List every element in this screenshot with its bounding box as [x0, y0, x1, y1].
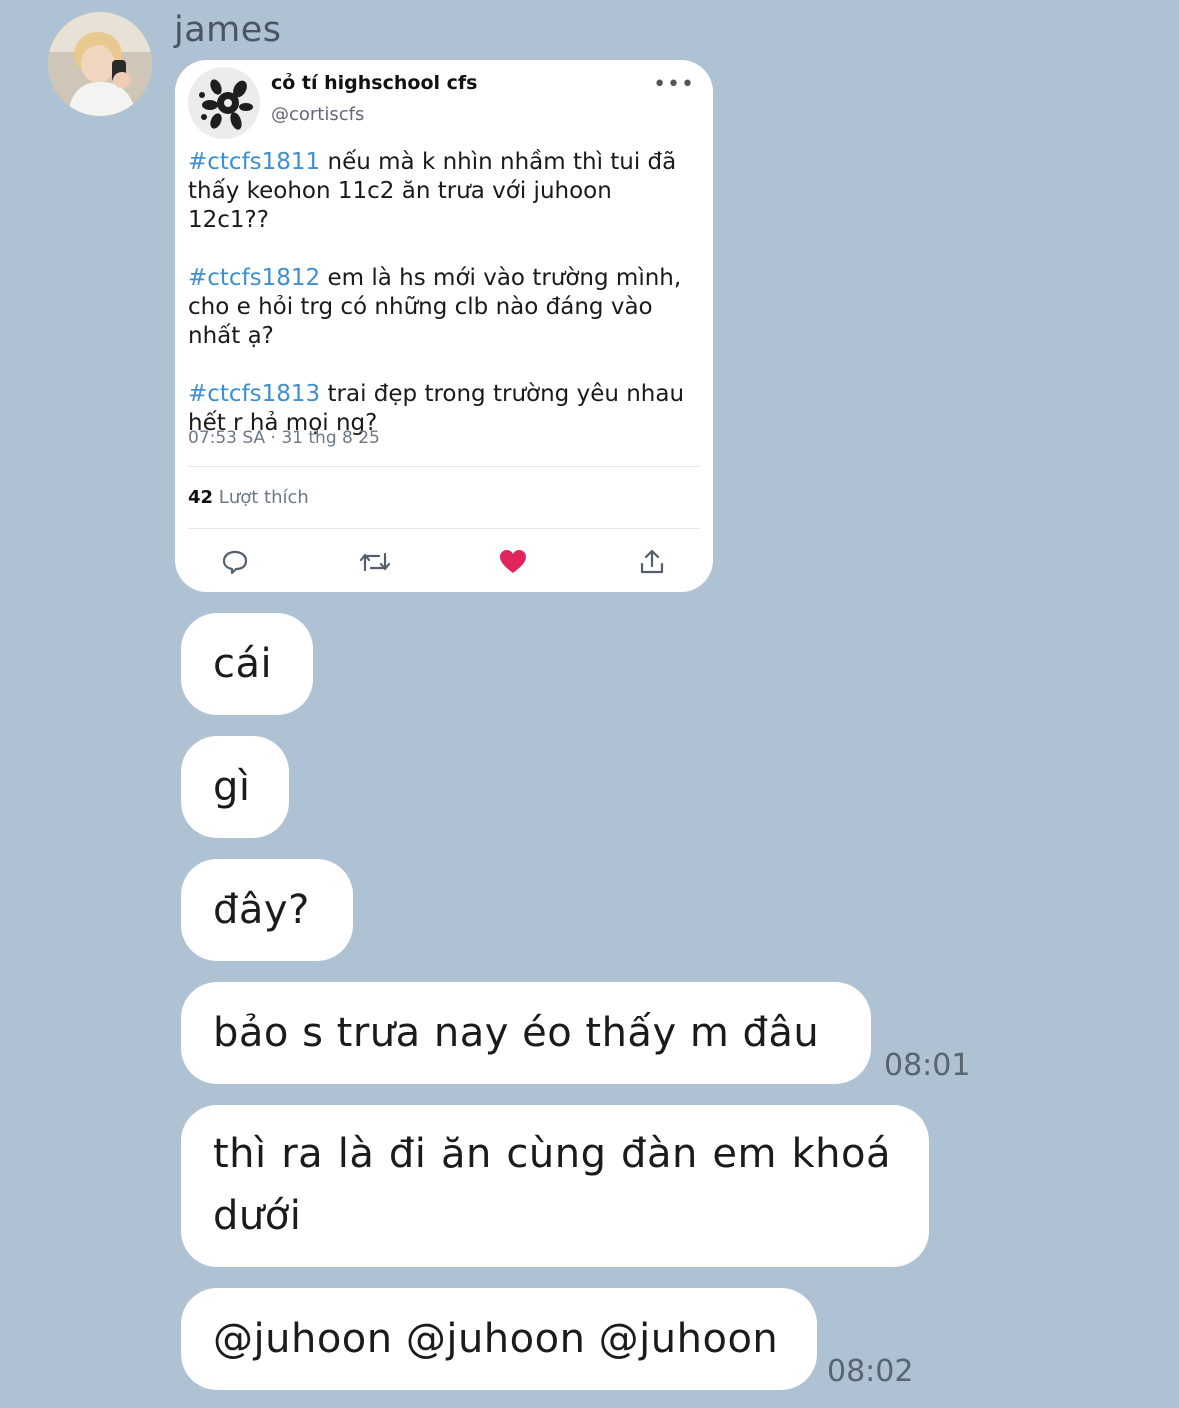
more-options-icon[interactable]: •••	[653, 72, 695, 97]
message-bubble[interactable]: thì ra là đi ăn cùng đàn em khoá dưới	[181, 1105, 929, 1267]
hashtag-link[interactable]: #ctcfs1813	[188, 381, 320, 407]
tweet-card[interactable]: cỏ tí highschool cfs @cortiscfs ••• #ctc…	[175, 60, 713, 592]
message-text: bảo s trưa nay éo thấy m đâu	[213, 1010, 820, 1056]
likes-count[interactable]: 42 Lượt thích	[188, 487, 309, 508]
tweet-timestamp: 07:53 SA · 31 thg 8 25	[188, 428, 380, 448]
tweet-display-name[interactable]: cỏ tí highschool cfs	[271, 72, 477, 94]
message-timestamp: 08:01	[884, 1048, 971, 1083]
likes-label: Lượt thích	[218, 487, 309, 508]
sender-name: james	[174, 10, 282, 50]
message-bubble[interactable]: bảo s trưa nay éo thấy m đâu	[181, 982, 871, 1084]
message-bubble[interactable]: cái	[181, 613, 313, 715]
message-bubble[interactable]: đây?	[181, 859, 353, 961]
share-icon[interactable]	[638, 548, 666, 576]
hashtag-link[interactable]: #ctcfs1812	[188, 265, 320, 291]
message-text: thì ra là đi ăn cùng đàn em khoá dưới	[213, 1131, 891, 1239]
retweet-icon[interactable]	[359, 548, 391, 576]
divider	[188, 466, 700, 467]
message-text: cái	[213, 641, 273, 687]
tweet-avatar[interactable]	[188, 67, 260, 139]
message-text: gì	[213, 764, 251, 810]
tweet-body: #ctcfs1811 nếu mà k nhìn nhầm thì tui đã…	[188, 148, 698, 467]
hashtag-link[interactable]: #ctcfs1811	[188, 149, 320, 175]
message-timestamp: 08:02	[827, 1354, 914, 1389]
tweet-post: #ctcfs1811 nếu mà k nhìn nhầm thì tui đã…	[188, 148, 698, 235]
tweet-handle[interactable]: @cortiscfs	[271, 104, 364, 125]
message-text: @juhoon @juhoon @juhoon	[213, 1316, 779, 1362]
tweet-post: #ctcfs1812 em là hs mới vào trường mình,…	[188, 264, 698, 351]
like-icon[interactable]	[499, 548, 527, 576]
message-bubble[interactable]: gì	[181, 736, 289, 838]
sender-avatar[interactable]	[48, 12, 152, 116]
likes-number: 42	[188, 487, 214, 508]
divider	[188, 528, 700, 529]
message-text: đây?	[213, 887, 310, 933]
reply-icon[interactable]	[221, 548, 249, 576]
message-bubble[interactable]: @juhoon @juhoon @juhoon	[181, 1288, 817, 1390]
